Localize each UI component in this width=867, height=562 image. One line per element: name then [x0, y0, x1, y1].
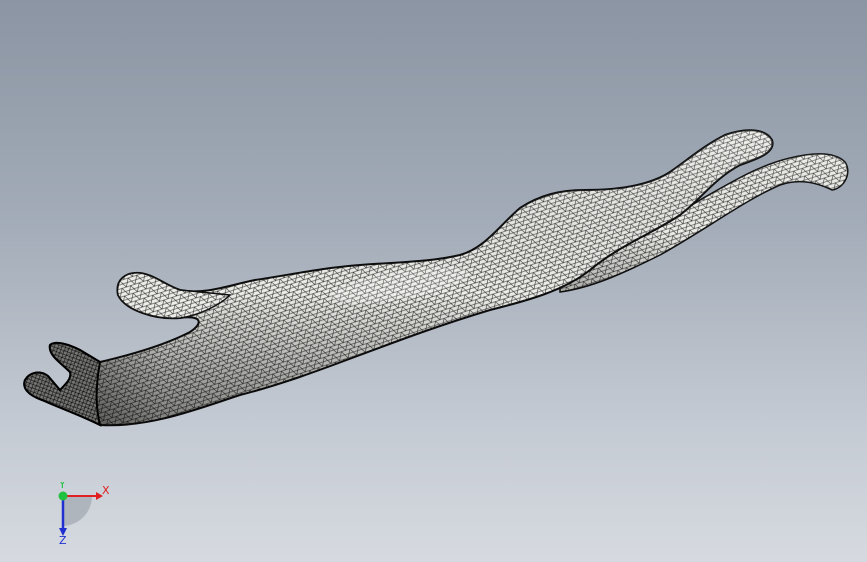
z-axis-label: Z [59, 534, 67, 547]
y-axis-label: Y [58, 482, 66, 491]
y-axis-arrow [58, 491, 68, 501]
graphics-viewport[interactable]: X Z Y [0, 0, 867, 562]
mesh-model[interactable] [0, 0, 867, 562]
x-axis-label: X [102, 484, 110, 497]
coordinate-triad: X Z Y [58, 482, 110, 547]
